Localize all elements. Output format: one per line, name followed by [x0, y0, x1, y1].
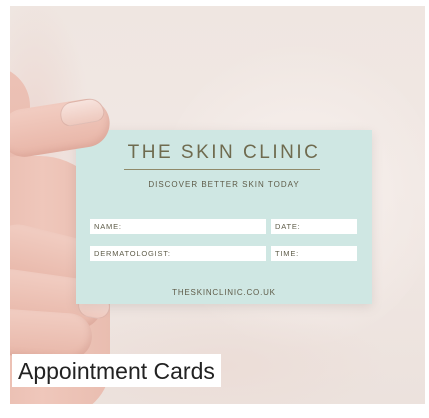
product-tile[interactable]: THE SKIN CLINIC DISCOVER BETTER SKIN TOD… [10, 6, 425, 404]
product-caption[interactable]: Appointment Cards [12, 354, 221, 387]
card-url: THESKINCLINIC.CO.UK [172, 288, 276, 297]
card-tagline: DISCOVER BETTER SKIN TODAY [148, 180, 300, 189]
card-field-name: NAME: [90, 219, 266, 234]
card-field-date: DATE: [271, 219, 357, 234]
card-divider [124, 169, 320, 170]
card-field-time: TIME: [271, 246, 357, 261]
card-field-dermatologist: DERMATOLOGIST: [90, 246, 266, 261]
card-title: THE SKIN CLINIC [127, 142, 321, 163]
appointment-card-image: THE SKIN CLINIC DISCOVER BETTER SKIN TOD… [76, 130, 372, 304]
